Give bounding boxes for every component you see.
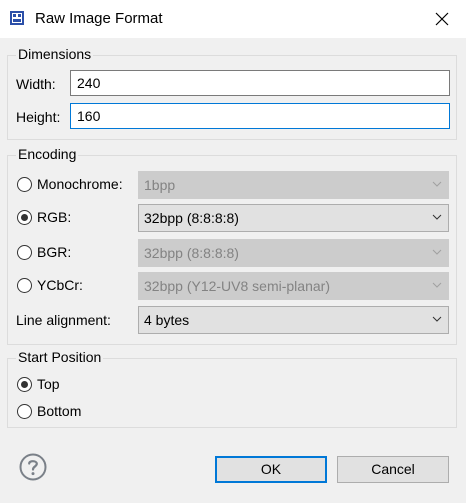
cancel-button[interactable]: Cancel bbox=[337, 456, 449, 483]
chevron-down-icon bbox=[432, 249, 442, 255]
encoding-group-label: Encoding bbox=[16, 146, 79, 163]
start-position-group-label: Start Position bbox=[16, 349, 104, 366]
radio-monochrome-label: Monochrome: bbox=[37, 176, 123, 192]
radio-bgr[interactable]: BGR: bbox=[17, 244, 71, 260]
width-label: Width: bbox=[16, 76, 56, 92]
radio-ycbcr-label: YCbCr: bbox=[37, 277, 83, 293]
radio-top-label: Top bbox=[37, 376, 60, 392]
ycbcr-format-select[interactable]: 32bpp (Y12-UV8 semi-planar) bbox=[138, 272, 449, 300]
radio-circle bbox=[17, 403, 32, 419]
dimensions-group-label: Dimensions bbox=[16, 46, 94, 63]
monochrome-format-value: 1bpp bbox=[144, 177, 176, 193]
chevron-down-icon bbox=[432, 316, 442, 322]
window-title: Raw Image Format bbox=[35, 10, 163, 27]
radio-top[interactable]: Top bbox=[17, 376, 60, 392]
rgb-format-select[interactable]: 32bpp (8:8:8:8) bbox=[138, 204, 449, 232]
rgb-format-value: 32bpp (8:8:8:8) bbox=[144, 210, 239, 226]
raw-image-icon bbox=[10, 11, 24, 25]
chevron-down-icon bbox=[432, 214, 442, 220]
height-label: Height: bbox=[16, 109, 61, 125]
height-field[interactable]: 160 bbox=[70, 103, 450, 129]
radio-rgb[interactable]: RGB: bbox=[17, 209, 71, 225]
radio-ycbcr[interactable]: YCbCr: bbox=[17, 277, 83, 293]
ycbcr-format-value: 32bpp (Y12-UV8 semi-planar) bbox=[144, 278, 330, 294]
radio-circle bbox=[17, 376, 32, 392]
radio-circle bbox=[17, 277, 32, 293]
line-alignment-select[interactable]: 4 bytes bbox=[138, 306, 449, 334]
radio-circle bbox=[17, 209, 32, 225]
bgr-format-value: 32bpp (8:8:8:8) bbox=[144, 245, 239, 261]
line-alignment-value: 4 bytes bbox=[144, 312, 190, 328]
ok-button[interactable]: OK bbox=[215, 456, 327, 483]
help-icon[interactable] bbox=[19, 453, 47, 481]
chevron-down-icon bbox=[432, 282, 442, 288]
close-button[interactable] bbox=[428, 6, 456, 32]
radio-bgr-label: BGR: bbox=[37, 244, 72, 260]
bgr-format-select[interactable]: 32bpp (8:8:8:8) bbox=[138, 239, 449, 267]
radio-circle bbox=[17, 244, 32, 260]
line-alignment-label: Line alignment: bbox=[16, 312, 111, 328]
radio-bottom[interactable]: Bottom bbox=[17, 403, 81, 419]
radio-rgb-label: RGB: bbox=[37, 209, 72, 225]
radio-circle bbox=[17, 176, 32, 192]
chevron-down-icon bbox=[432, 181, 442, 187]
radio-bottom-label: Bottom bbox=[37, 403, 82, 419]
width-field[interactable]: 240 bbox=[70, 70, 450, 96]
close-icon bbox=[435, 12, 449, 26]
radio-monochrome[interactable]: Monochrome: bbox=[17, 176, 123, 192]
monochrome-format-select[interactable]: 1bpp bbox=[138, 171, 449, 199]
title-bar: Raw Image Format bbox=[0, 0, 466, 38]
